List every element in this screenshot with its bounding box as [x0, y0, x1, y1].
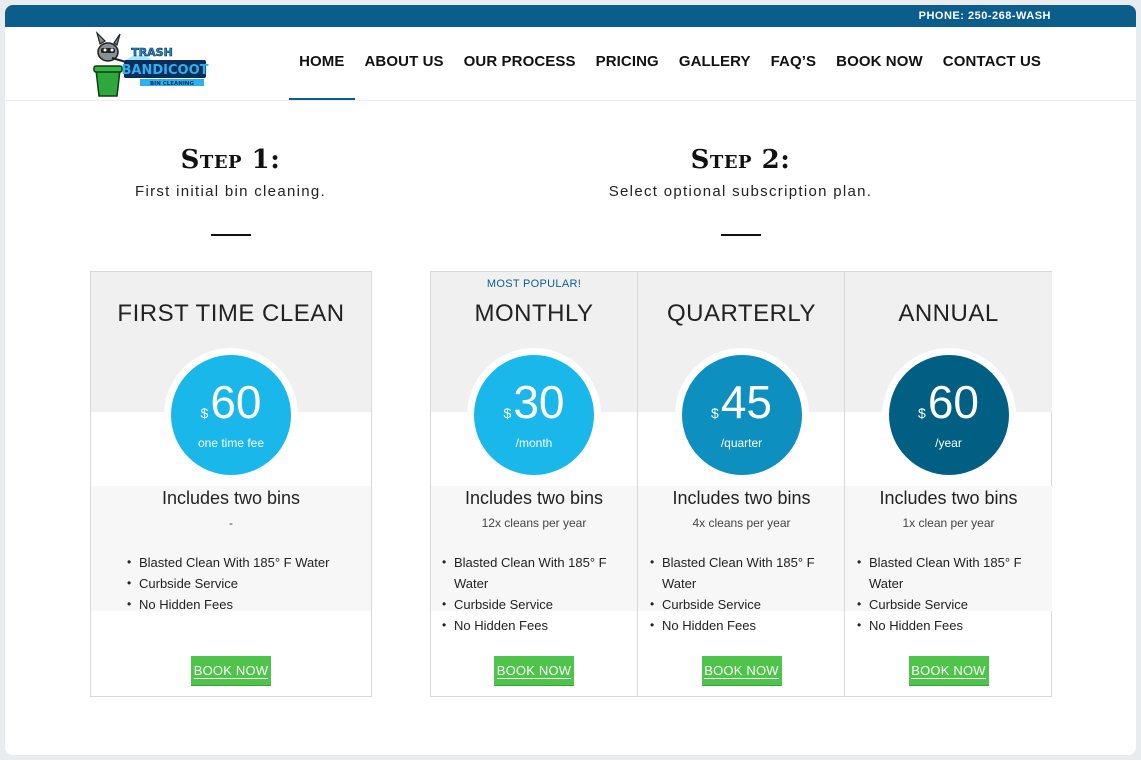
feature-list: Blasted Clean With 185° F Water Curbside…	[638, 552, 845, 636]
price-amount: 45	[720, 376, 772, 428]
nav-our-process[interactable]: OUR PROCESS	[454, 27, 586, 100]
price: $60	[889, 379, 1009, 436]
book-now-button-quarterly[interactable]: BOOK NOW	[701, 656, 782, 686]
plan-card-annual: ANNUAL $60 /year Includes two bins 1x cl…	[844, 272, 1052, 696]
plan-card-quarterly: QUARTERLY $45 /quarter Includes two bins…	[637, 272, 845, 696]
feature-item: No Hidden Fees	[91, 594, 371, 615]
plan-card-monthly: MOST POPULAR! MONTHLY $30 /month Include…	[431, 272, 637, 696]
feature-item: No Hidden Fees	[638, 615, 845, 636]
book-now-button-annual[interactable]: BOOK NOW	[908, 656, 989, 686]
cleans-per-year: 1x clean per year	[902, 516, 995, 530]
step-1-subtitle: First initial bin cleaning.	[134, 183, 326, 200]
feature-item: Blasted Clean With 185° F Water	[91, 552, 371, 573]
includes-text: Includes two bins	[161, 488, 301, 508]
book-now-button-first-time[interactable]: BOOK NOW	[191, 656, 271, 686]
plan-name: MONTHLY	[474, 300, 594, 327]
trash-bandicoot-logo[interactable]: TRASH BANDICOOT BIN CLEANING	[90, 30, 210, 98]
price-amount: 60	[927, 376, 979, 428]
price-circle: $60 /year	[888, 355, 1009, 475]
plan-name: FIRST TIME CLEAN	[117, 300, 345, 327]
price-circle: $30 /month	[474, 355, 594, 475]
step-1-title: Step 1:	[180, 145, 281, 175]
includes-text: Includes two bins	[879, 488, 1018, 508]
currency-symbol: $	[711, 405, 719, 421]
price-period: /month	[515, 436, 553, 450]
feature-item: No Hidden Fees	[845, 615, 1052, 636]
price-circle: $45 /quarter	[681, 355, 802, 475]
browser-viewport: PHONE: 250-268-WASH TRASH BANDICOOT BIN …	[5, 5, 1136, 755]
price-amount: 30	[513, 376, 565, 428]
price: $30	[474, 379, 594, 436]
nav-faqs[interactable]: FAQ’S	[761, 27, 827, 100]
price-circle: $60 one time fee	[171, 355, 291, 475]
most-popular-badge: MOST POPULAR!	[486, 278, 582, 290]
feature-item: Blasted Clean With 185° F Water	[431, 552, 637, 594]
logo-text-trash: TRASH	[131, 46, 173, 59]
cleans-per-year: 4x cleans per year	[692, 516, 791, 530]
feature-item: Curbside Service	[431, 594, 637, 615]
pricing-table-subscriptions: MOST POPULAR! MONTHLY $30 /month Include…	[430, 271, 1052, 697]
nav-about-us[interactable]: ABOUT US	[355, 27, 454, 100]
currency-symbol: $	[918, 405, 926, 421]
step-2-heading: Step 2: Select optional subscription pla…	[430, 145, 1051, 236]
price-period: /quarter	[720, 436, 763, 450]
nav-book-now[interactable]: BOOK NOW	[826, 27, 933, 100]
nav-gallery[interactable]: GALLERY	[669, 27, 761, 100]
price-period: one time fee	[197, 436, 265, 450]
feature-list: Blasted Clean With 185° F Water Curbside…	[431, 552, 637, 636]
step-2-subtitle: Select optional subscription plan.	[608, 183, 873, 200]
book-now-button-monthly[interactable]: BOOK NOW	[494, 656, 574, 686]
price-period: /year	[935, 436, 962, 450]
top-bar: PHONE: 250-268-WASH	[5, 5, 1136, 27]
nav-home[interactable]: HOME	[289, 27, 355, 100]
price: $60	[171, 379, 291, 436]
includes-text: Includes two bins	[464, 488, 604, 508]
feature-item: Blasted Clean With 185° F Water	[845, 552, 1052, 594]
nav-pricing[interactable]: PRICING	[586, 27, 669, 100]
feature-item: Curbside Service	[638, 594, 845, 615]
logo-text-bin-cleaning: BIN CLEANING	[150, 81, 195, 87]
nav-contact-us[interactable]: CONTACT US	[933, 27, 1051, 100]
phone-number[interactable]: PHONE: 250-268-WASH	[919, 10, 1051, 22]
pricing-table-first-clean: FIRST TIME CLEAN $60 one time fee Includ…	[90, 271, 372, 697]
plan-name: ANNUAL	[898, 300, 999, 327]
plan-card-first-time-clean: FIRST TIME CLEAN $60 one time fee Includ…	[91, 272, 371, 696]
logo-text-bandicoot: BANDICOOT	[122, 63, 209, 78]
price: $45	[682, 379, 802, 436]
feature-item: Curbside Service	[845, 594, 1052, 615]
feature-list: Blasted Clean With 185° F Water Curbside…	[91, 552, 371, 615]
feature-item: Blasted Clean With 185° F Water	[638, 552, 845, 594]
step-2-divider	[720, 234, 761, 236]
currency-symbol: $	[503, 405, 512, 421]
currency-symbol: $	[200, 405, 209, 421]
site-header: TRASH BANDICOOT BIN CLEANING HOME ABOUT …	[5, 27, 1136, 101]
step-1-heading: Step 1: First initial bin cleaning.	[90, 145, 371, 236]
feature-item: Curbside Service	[91, 573, 371, 594]
feature-list: Blasted Clean With 185° F Water Curbside…	[845, 552, 1052, 636]
plan-name: QUARTERLY	[667, 300, 816, 327]
main-nav: HOME ABOUT US OUR PROCESS PRICING GALLER…	[289, 27, 1051, 100]
feature-item: No Hidden Fees	[431, 615, 637, 636]
includes-text: Includes two bins	[672, 488, 811, 508]
step-1-divider	[210, 234, 251, 236]
step-2-title: Step 2:	[690, 145, 791, 175]
cleans-per-year: 12x cleans per year	[481, 516, 587, 530]
cleans-per-year: -	[229, 516, 233, 530]
price-amount: 60	[210, 376, 262, 428]
